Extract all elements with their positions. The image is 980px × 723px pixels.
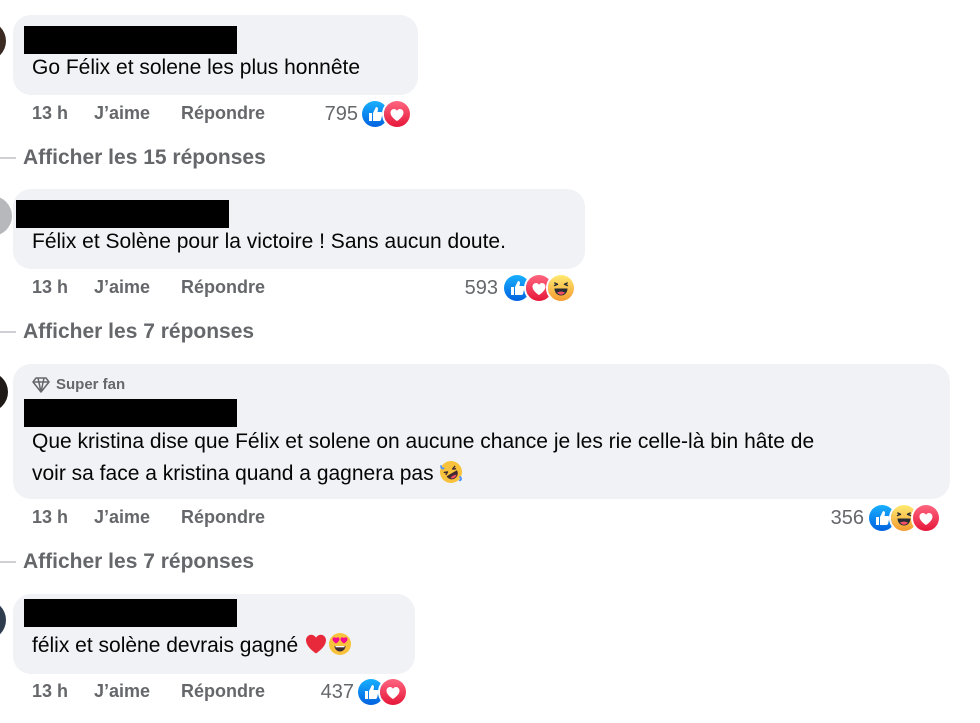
reaction-count[interactable]: 356	[806, 507, 864, 530]
rolling-on-floor-laughing-emoji	[439, 460, 463, 494]
like-link[interactable]: J’aime	[94, 277, 150, 298]
view-replies-link[interactable]: Afficher les 7 réponses	[23, 550, 254, 574]
comment-text-line-1: Que kristina dise que Félix et solene on…	[32, 430, 815, 453]
comment-timestamp[interactable]: 13 h	[32, 681, 68, 702]
reaction-icons[interactable]	[502, 273, 576, 303]
super-fan-badge[interactable]: Super fan	[32, 376, 125, 393]
comment-text: félix et solène devrais gagné	[32, 630, 352, 666]
reply-link[interactable]: Répondre	[181, 681, 265, 702]
reaction-count[interactable]: 437	[296, 681, 354, 704]
view-replies-link[interactable]: Afficher les 7 réponses	[23, 320, 254, 344]
redacted-author-name[interactable]	[24, 26, 237, 54]
reaction-count[interactable]: 795	[300, 103, 358, 126]
reply-link[interactable]: Répondre	[181, 277, 265, 298]
redacted-author-name[interactable]	[24, 599, 237, 627]
avatar[interactable]	[0, 21, 6, 61]
reaction-count[interactable]: 593	[440, 277, 498, 300]
comment-bubble: félix et solène devrais gagné	[13, 594, 415, 674]
reaction-icons[interactable]	[356, 677, 408, 707]
comment-timestamp[interactable]: 13 h	[32, 277, 68, 298]
reply-link[interactable]: Répondre	[181, 103, 265, 124]
comment-text: Félix et Solène pour la victoire ! Sans …	[32, 230, 506, 253]
comment-timestamp[interactable]: 13 h	[32, 103, 68, 124]
avatar[interactable]	[0, 196, 12, 236]
comment-timestamp[interactable]: 13 h	[32, 507, 68, 528]
like-link[interactable]: J’aime	[94, 103, 150, 124]
love-icon	[911, 503, 941, 533]
comment-bubble: Félix et Solène pour la victoire ! Sans …	[13, 189, 585, 269]
love-icon	[378, 677, 408, 707]
view-replies-link[interactable]: Afficher les 15 réponses	[23, 146, 266, 170]
like-link[interactable]: J’aime	[94, 507, 150, 528]
avatar[interactable]	[0, 372, 8, 412]
red-heart-emoji	[304, 632, 328, 666]
comment-text-line-2: voir sa face a kristina quand a gagnera …	[32, 458, 463, 494]
comment-bubble: Super fan Que kristina dise que Félix et…	[13, 364, 950, 499]
comment-bubble: Go Félix et solene les plus honnête	[13, 15, 418, 95]
redacted-author-name[interactable]	[16, 200, 229, 228]
comment-text: Go Félix et solene les plus honnête	[32, 56, 361, 79]
like-link[interactable]: J’aime	[94, 681, 150, 702]
reply-link[interactable]: Répondre	[181, 507, 265, 528]
reaction-icons[interactable]	[360, 99, 412, 129]
redacted-author-name[interactable]	[24, 399, 237, 427]
reaction-icons[interactable]	[867, 503, 941, 533]
thread-connector	[0, 331, 16, 333]
heart-eyes-emoji	[328, 632, 352, 666]
love-icon	[382, 99, 412, 129]
thread-connector	[0, 561, 16, 563]
avatar[interactable]	[0, 600, 6, 640]
badge-label: Super fan	[56, 376, 126, 393]
diamond-icon	[32, 376, 50, 393]
haha-icon	[546, 273, 576, 303]
thread-connector	[0, 157, 16, 159]
